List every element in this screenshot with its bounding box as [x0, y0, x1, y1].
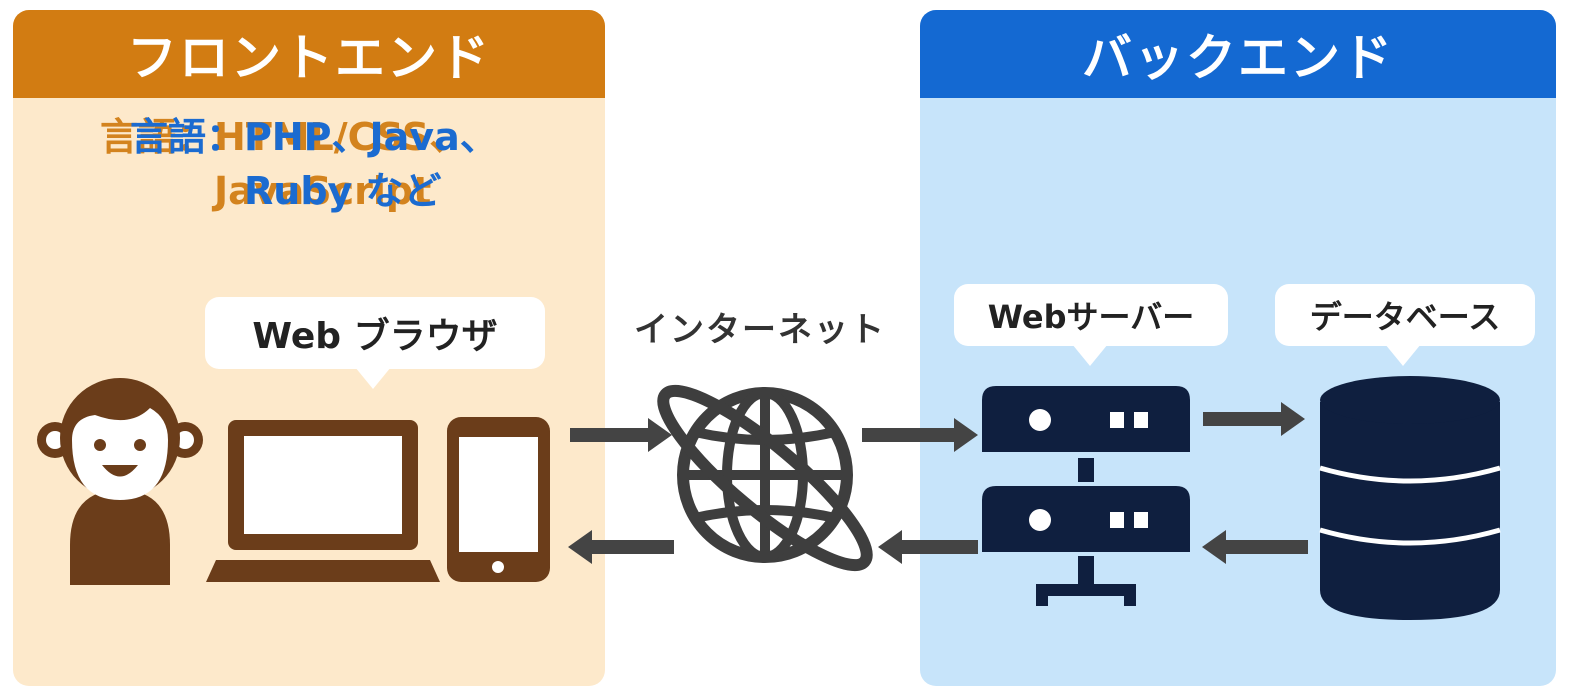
laptop-icon [206, 420, 440, 582]
globe-icon [657, 384, 873, 572]
arrow-left-icon [878, 530, 978, 564]
arrow-right-icon [1203, 402, 1305, 436]
person-icon [37, 378, 203, 585]
arrow-left-icon [1202, 530, 1308, 564]
arrow-right-icon [862, 418, 978, 452]
smartphone-icon [447, 417, 550, 582]
database-icon [1319, 376, 1501, 620]
arrow-left-icon [568, 530, 674, 564]
arrow-right-icon [570, 418, 672, 452]
diagram-art [37, 376, 1501, 620]
server-icon [982, 386, 1190, 606]
